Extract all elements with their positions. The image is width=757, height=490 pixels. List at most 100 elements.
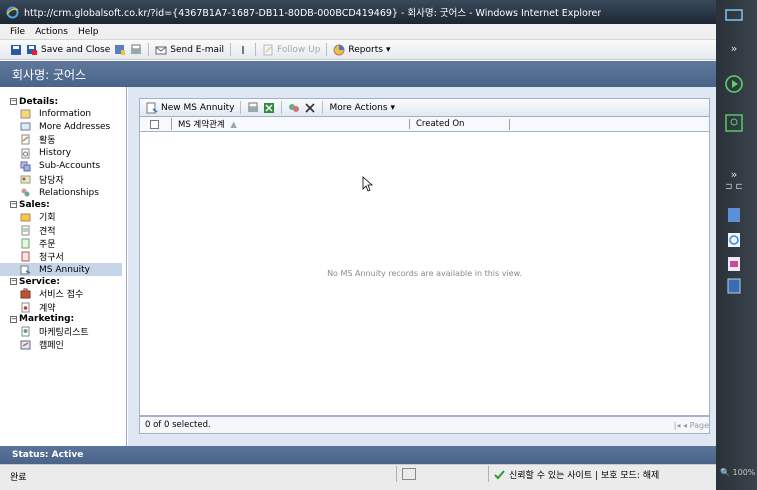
print-icon[interactable] — [247, 102, 259, 114]
chevron-double-down-icon[interactable]: » — [724, 42, 744, 58]
follow-up-button[interactable]: Follow Up — [262, 44, 320, 56]
menu-file[interactable]: File — [10, 27, 25, 37]
nav-item-label: 마케팅리스트 — [39, 327, 89, 338]
nav-item-label: 청구서 — [39, 252, 64, 263]
first-page-icon[interactable]: |◂ ◂ — [674, 421, 687, 430]
contact-card-icon[interactable] — [724, 113, 744, 133]
form-toolbar: Save and Close Send E-mail Follow Up Rep… — [0, 40, 716, 60]
select-all-checkbox[interactable] — [150, 119, 159, 129]
nav-item-label: 서비스 접수 — [39, 290, 84, 301]
assign-icon[interactable] — [288, 102, 300, 114]
selection-count: 0 of 0 selected. — [145, 420, 211, 430]
window-title: http://crm.globalsoft.co.kr/?id={4367B1A… — [24, 8, 602, 19]
nav-item-label: 견적 — [39, 226, 56, 237]
print-icon[interactable] — [130, 44, 142, 56]
save-and-close-button[interactable]: Save and Close — [26, 44, 110, 56]
nav-group-service[interactable]: − Service: — [10, 276, 126, 287]
nav-item-more-addresses[interactable]: More Addresses — [0, 120, 126, 133]
nav-item-information[interactable]: Information — [0, 107, 126, 120]
more-actions-button[interactable]: More Actions ▾ — [329, 103, 395, 113]
zoom-value: 100% — [732, 468, 756, 477]
nav-group-details[interactable]: − Details: — [10, 96, 126, 107]
nav-item-ms-annuity[interactable]: MS Annuity — [0, 263, 122, 277]
nav-item-sub-accounts[interactable]: Sub-Accounts — [0, 160, 126, 173]
dock-icon[interactable]: ⊐ ⊏ — [724, 182, 744, 198]
column-label: Created On — [416, 119, 465, 129]
collapse-icon[interactable]: − — [10, 315, 17, 323]
window-gadget-icon[interactable] — [724, 278, 744, 294]
status-divider — [488, 466, 489, 482]
toolbar-separator — [230, 43, 232, 56]
column-label: MS 계약관계 — [178, 120, 225, 130]
nav-group-label: Marketing: — [19, 314, 75, 325]
nav-item-orders[interactable]: 주문 — [0, 237, 126, 250]
collapse-icon[interactable]: − — [10, 98, 17, 105]
ie-gadget-icon[interactable] — [724, 232, 744, 248]
browser-status-bar: 완료 신뢰할 수 있는 사이트 | 보호 모드: 해제 — [0, 464, 716, 490]
send-email-button[interactable]: Send E-mail — [155, 44, 224, 56]
delete-icon[interactable] — [304, 102, 316, 114]
gadget-app-icon[interactable] — [724, 207, 744, 223]
nav-item-history[interactable]: History — [0, 147, 126, 160]
empty-message: No MS Annuity records are available in t… — [327, 269, 522, 278]
zoom-level[interactable]: 🔍 100% — [720, 468, 755, 477]
collapse-icon[interactable]: − — [10, 278, 17, 286]
follow-up-label: Follow Up — [277, 44, 321, 55]
nav-item-contracts[interactable]: 계약 — [0, 300, 126, 314]
nav-item-label: More Addresses — [39, 121, 111, 132]
nav-item-quotes[interactable]: 견적 — [0, 224, 126, 237]
associated-view: New MS Annuity More Actions ▾ MS 계약관계 ▲ … — [128, 87, 716, 446]
nav-item-cases[interactable]: 서비스 접수 — [0, 287, 126, 300]
nav-item-label: 활동 — [39, 136, 56, 147]
nav-item-relationships[interactable]: Relationships — [0, 186, 126, 199]
ie-logo-icon — [6, 6, 19, 18]
play-icon[interactable] — [724, 73, 744, 95]
collapse-icon[interactable]: − — [10, 201, 17, 209]
nav-item-label: Information — [39, 108, 92, 119]
menu-help[interactable]: Help — [78, 27, 99, 37]
column-header-created-on[interactable]: Created On — [409, 119, 509, 129]
nav-item-activities[interactable]: 활동 — [0, 133, 126, 146]
menu-actions[interactable]: Actions — [35, 27, 68, 37]
load-status: 완료 — [10, 473, 27, 483]
grid-body: No MS Annuity records are available in t… — [139, 132, 710, 416]
nav-item-campaigns[interactable]: 캠페인 — [0, 338, 126, 351]
reports-button[interactable]: Reports ▾ — [333, 44, 390, 56]
toolbar-separator — [322, 101, 324, 114]
relationships-icon — [21, 188, 30, 197]
reports-label: Reports — [348, 44, 383, 55]
contract-icon — [21, 302, 30, 313]
save-new-icon[interactable] — [114, 44, 126, 56]
security-zone[interactable]: 신뢰할 수 있는 사이트 | 보호 모드: 해제 — [494, 468, 659, 481]
attach-icon[interactable] — [237, 44, 249, 56]
save-icon[interactable] — [10, 44, 22, 56]
record-header: 회사명: 굿어스 — [0, 61, 716, 87]
shop-icon[interactable] — [724, 256, 744, 272]
nav-group-label: Sales: — [19, 199, 50, 210]
nav-item-invoices[interactable]: 청구서 — [0, 250, 126, 263]
export-excel-icon[interactable] — [263, 102, 275, 114]
campaign-icon — [20, 340, 31, 350]
toolbar-separator — [148, 43, 150, 56]
grid-footer: 0 of 0 selected. |◂ ◂ Page — [139, 416, 710, 434]
opportunity-icon — [20, 213, 31, 222]
page-label: Page — [689, 421, 709, 430]
sub-accounts-icon — [20, 161, 31, 172]
nav-group-sales[interactable]: − Sales: — [10, 199, 126, 210]
nav-item-opportunities[interactable]: 기회 — [0, 210, 126, 223]
column-header-contract[interactable]: MS 계약관계 ▲ — [171, 118, 409, 130]
nav-group-label: Details: — [19, 96, 59, 107]
status-label: Status: Active — [12, 450, 84, 460]
information-icon — [20, 109, 31, 119]
nav-item-label: Sub-Accounts — [39, 161, 101, 172]
page-security-icon[interactable] — [402, 468, 416, 480]
record-title: 회사명: 굿어스 — [12, 67, 87, 82]
nav-item-contacts[interactable]: 담당자 — [0, 173, 126, 186]
nav-group-marketing[interactable]: − Marketing: — [10, 314, 126, 325]
new-ms-annuity-label: New MS Annuity — [161, 102, 235, 113]
order-icon — [21, 238, 30, 249]
monitor-icon[interactable] — [724, 8, 744, 24]
grid-header: MS 계약관계 ▲ Created On — [139, 117, 710, 132]
nav-item-marketing-lists[interactable]: 마케팅리스트 — [0, 325, 126, 338]
new-ms-annuity-button[interactable]: New MS Annuity — [146, 102, 234, 114]
